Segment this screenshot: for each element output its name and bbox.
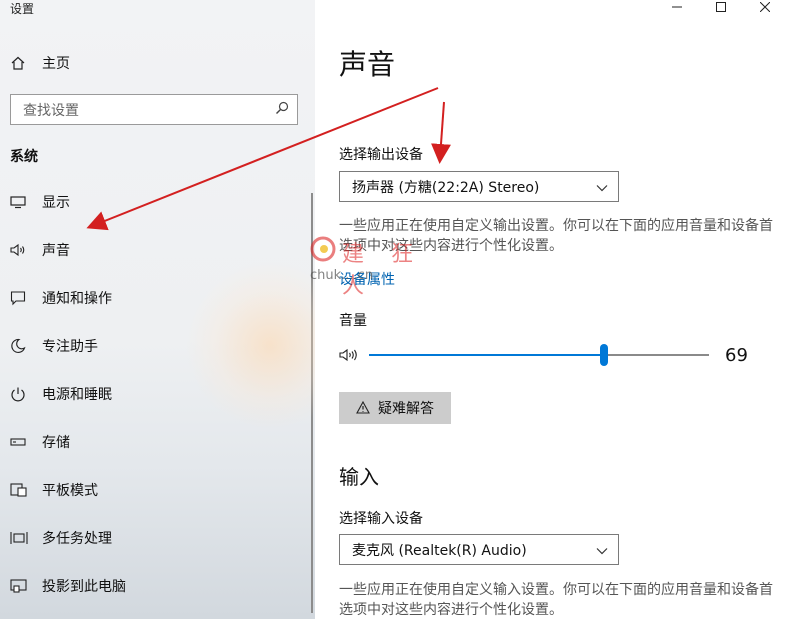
sidebar: 设置 主页 查找设置 系统 显示 声音 通知和操作 专注助手 电源和睡眠 存储 … xyxy=(0,0,315,619)
sidebar-item-project[interactable]: 投影到此电脑 xyxy=(10,574,126,598)
sidebar-item-sound[interactable]: 声音 xyxy=(10,238,70,262)
troubleshoot-button[interactable]: 疑难解答 xyxy=(339,392,451,424)
volume-slider-fill xyxy=(369,354,604,356)
volume-slider[interactable] xyxy=(369,344,709,366)
multitask-icon xyxy=(10,527,34,549)
sidebar-item-label: 存储 xyxy=(42,435,70,451)
search-placeholder: 查找设置 xyxy=(23,102,79,119)
maximize-button[interactable] xyxy=(699,0,743,14)
sidebar-item-label: 专注助手 xyxy=(42,339,98,355)
monitor-icon xyxy=(10,191,34,213)
minimize-button[interactable] xyxy=(655,0,699,14)
sidebar-item-label: 显示 xyxy=(42,195,70,211)
watermark-url: chuk....cn xyxy=(310,268,374,283)
storage-icon xyxy=(10,431,34,453)
watermark-logo-icon xyxy=(310,236,336,262)
sidebar-item-notifications[interactable]: 通知和操作 xyxy=(10,286,112,310)
search-icon[interactable] xyxy=(275,100,289,119)
window-controls xyxy=(655,0,787,14)
volume-icon[interactable] xyxy=(339,347,361,367)
sidebar-item-label: 多任务处理 xyxy=(42,531,112,547)
output-device-label: 选择输出设备 xyxy=(339,147,423,163)
window-title: 设置 xyxy=(10,2,35,16)
input-heading: 输入 xyxy=(339,465,379,489)
volume-value: 69 xyxy=(725,345,748,366)
sidebar-item-label: 电源和睡眠 xyxy=(42,387,112,403)
maximize-icon xyxy=(716,2,726,12)
sidebar-item-focus-assist[interactable]: 专注助手 xyxy=(10,334,98,358)
chevron-down-icon xyxy=(596,177,608,196)
speaker-icon xyxy=(10,239,34,261)
volume-label: 音量 xyxy=(339,313,367,329)
volume-slider-thumb[interactable] xyxy=(599,344,608,366)
main-pane: 声音 选择输出设备 扬声器 (方糖(22:2A) Stereo) 一些应用正在使… xyxy=(315,0,787,619)
power-icon xyxy=(10,383,34,405)
project-icon xyxy=(10,575,34,597)
chevron-down-icon xyxy=(596,540,608,559)
sidebar-item-label: 声音 xyxy=(42,243,70,259)
warning-icon xyxy=(356,399,370,418)
notification-icon xyxy=(10,287,34,309)
minimize-icon xyxy=(672,6,682,8)
sidebar-item-label: 平板模式 xyxy=(42,483,98,499)
sidebar-item-power[interactable]: 电源和睡眠 xyxy=(10,382,112,406)
sidebar-item-label: 通知和操作 xyxy=(42,291,112,307)
troubleshoot-label: 疑难解答 xyxy=(378,401,434,417)
input-device-value: 麦克风 (Realtek(R) Audio) xyxy=(352,542,527,559)
tablet-icon xyxy=(10,479,34,501)
close-icon xyxy=(760,2,770,12)
search-input[interactable]: 查找设置 xyxy=(10,94,298,125)
sidebar-item-home[interactable]: 主页 xyxy=(10,52,70,74)
page-title: 声音 xyxy=(339,48,396,81)
moon-icon xyxy=(10,335,34,357)
close-button[interactable] xyxy=(743,0,787,14)
sidebar-item-multitasking[interactable]: 多任务处理 xyxy=(10,526,112,550)
input-description: 一些应用正在使用自定义输入设置。你可以在下面的应用音量和设备首选项中对这些内容进… xyxy=(339,582,773,618)
input-device-select[interactable]: 麦克风 (Realtek(R) Audio) xyxy=(339,534,619,565)
volume-row: 69 xyxy=(339,343,759,369)
sidebar-item-storage[interactable]: 存储 xyxy=(10,430,70,454)
sidebar-item-display[interactable]: 显示 xyxy=(10,190,70,214)
section-title: 系统 xyxy=(10,149,38,165)
home-icon xyxy=(10,52,34,74)
home-label: 主页 xyxy=(42,56,70,72)
sidebar-item-label: 投影到此电脑 xyxy=(42,579,126,595)
output-device-value: 扬声器 (方糖(22:2A) Stereo) xyxy=(352,179,540,196)
output-device-select[interactable]: 扬声器 (方糖(22:2A) Stereo) xyxy=(339,171,619,202)
input-device-label: 选择输入设备 xyxy=(339,511,423,527)
watermark: 建 狂 人 chuk....cn xyxy=(310,236,450,299)
sidebar-item-tablet-mode[interactable]: 平板模式 xyxy=(10,478,98,502)
